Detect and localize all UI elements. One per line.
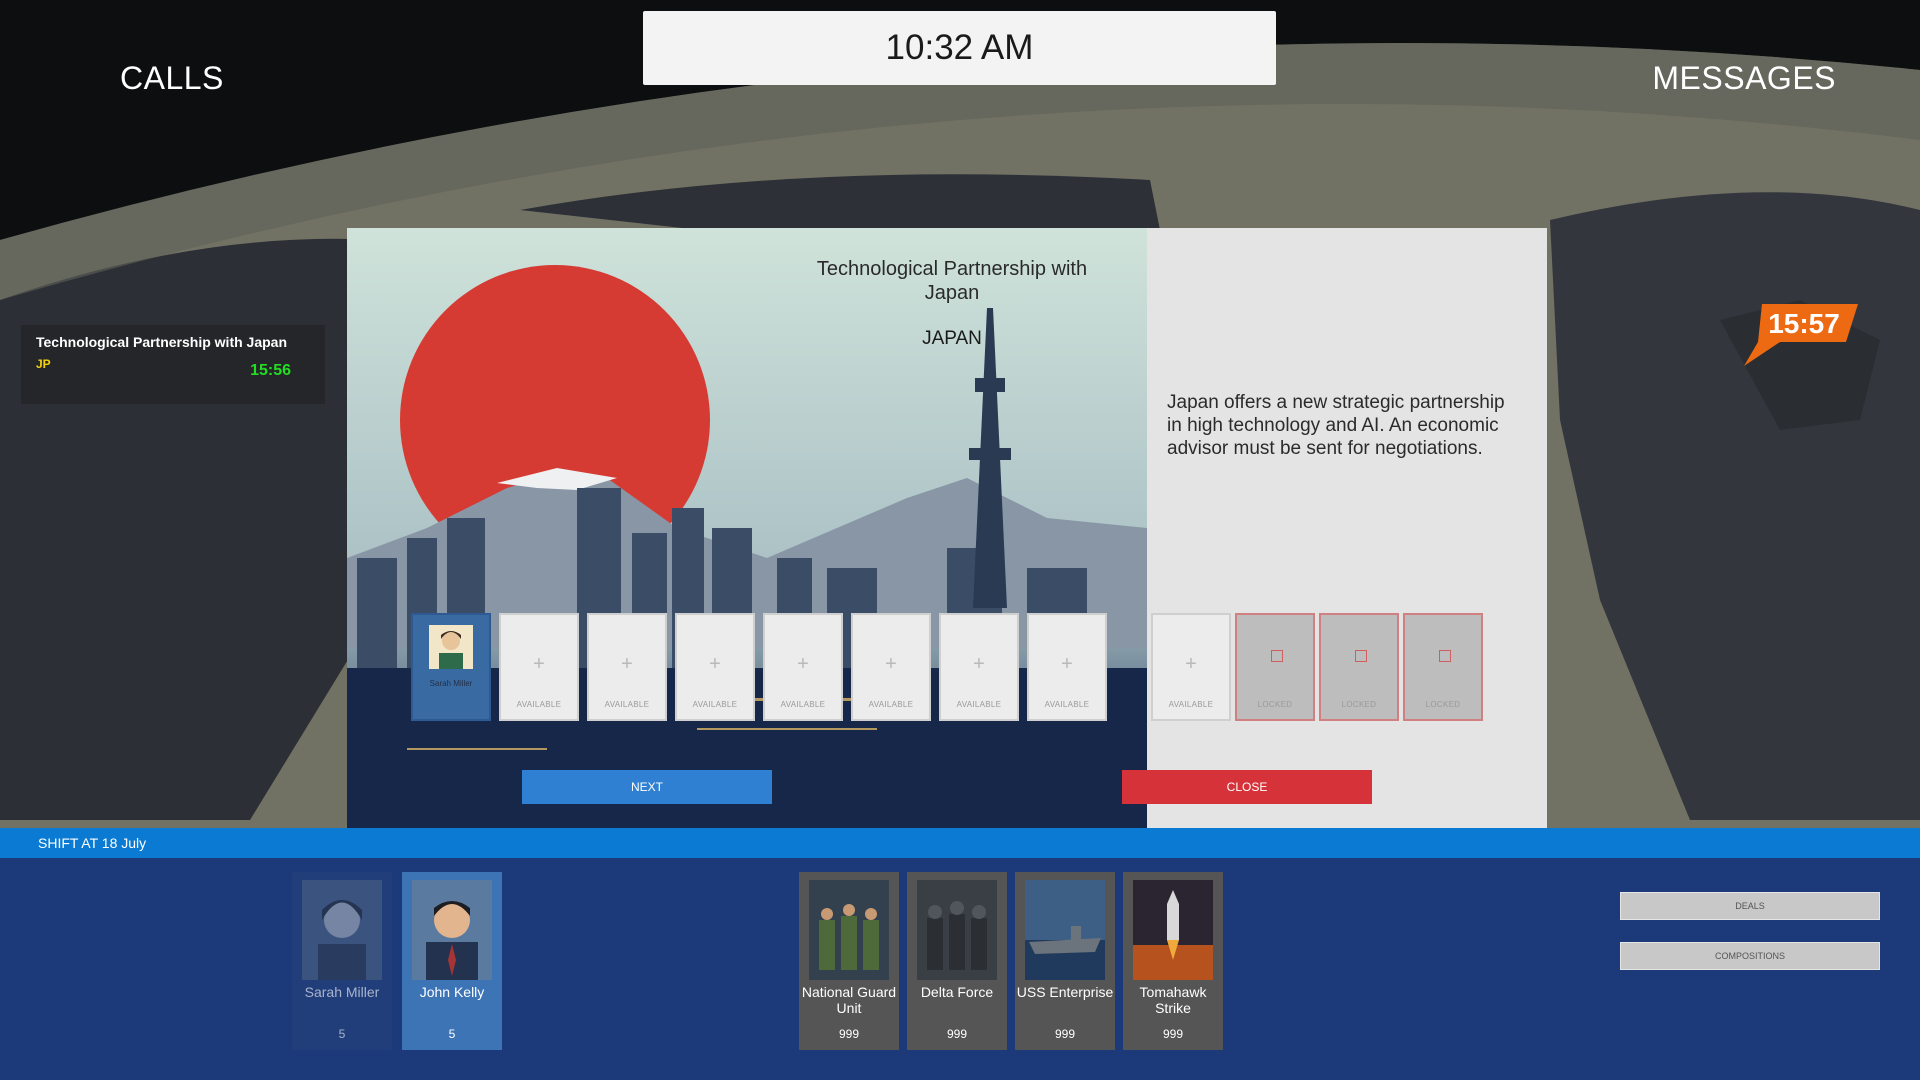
slot-state: AVAILABLE: [692, 700, 738, 709]
agent-card-sarah-miller[interactable]: Sarah Miller 5: [292, 872, 392, 1050]
unit-card-tomahawk-strike[interactable]: Tomahawk Strike 999: [1123, 872, 1223, 1050]
slot-locked: LOCKED: [1403, 613, 1483, 721]
slot-state: LOCKED: [1425, 700, 1461, 709]
agent-portrait: [412, 880, 492, 980]
deals-button[interactable]: DEALS: [1620, 892, 1880, 920]
missile-icon: [1133, 880, 1213, 980]
call-timer: 15:56: [250, 362, 291, 379]
slot-occupied[interactable]: Sarah Miller: [411, 613, 491, 721]
unit-name: Tomahawk Strike: [1139, 984, 1207, 1016]
plus-icon: +: [973, 653, 985, 675]
plus-icon: +: [885, 653, 897, 675]
slot-available[interactable]: + AVAILABLE: [1151, 613, 1231, 721]
unit-name: National Guard Unit: [801, 984, 897, 1016]
agent-value: 5: [338, 1027, 346, 1041]
slot-state: AVAILABLE: [1044, 700, 1090, 709]
game-clock: 10:32 AM: [643, 11, 1276, 85]
slot-agent-name: Sarah Miller: [429, 679, 473, 688]
slot-state: AVAILABLE: [780, 700, 826, 709]
unit-card-uss-enterprise[interactable]: USS Enterprise 999: [1015, 872, 1115, 1050]
messages-tab[interactable]: MESSAGES: [1652, 60, 1836, 97]
slot-available[interactable]: + AVAILABLE: [1027, 613, 1107, 721]
mission-description: Japan offers a new strategic partnership…: [1167, 392, 1505, 459]
special-forces-icon: [917, 880, 997, 980]
agent-portrait: [429, 625, 473, 669]
shift-bar: SHIFT AT 18 July: [0, 828, 1920, 858]
call-country-code: JP: [36, 357, 51, 371]
plus-icon: +: [1185, 653, 1197, 675]
slot-state: AVAILABLE: [956, 700, 1002, 709]
lock-icon: [1355, 650, 1367, 662]
slot-state: LOCKED: [1341, 700, 1377, 709]
plus-icon: +: [533, 653, 545, 675]
slot-available[interactable]: + AVAILABLE: [851, 613, 931, 721]
clock-text: 10:32 AM: [885, 28, 1034, 67]
slot-available[interactable]: + AVAILABLE: [675, 613, 755, 721]
agent-portrait: [302, 880, 382, 980]
carrier-icon: [1025, 880, 1105, 980]
unit-card-delta-force[interactable]: Delta Force 999: [907, 872, 1007, 1050]
unit-value: 999: [1054, 1027, 1076, 1041]
slot-available[interactable]: + AVAILABLE: [499, 613, 579, 721]
slot-available[interactable]: + AVAILABLE: [587, 613, 667, 721]
plus-icon: +: [797, 653, 809, 675]
map-event-marker[interactable]: 15:57: [1740, 300, 1860, 370]
slot-state: AVAILABLE: [1168, 700, 1214, 709]
unit-value: 999: [946, 1027, 968, 1041]
slot-available[interactable]: + AVAILABLE: [763, 613, 843, 721]
plus-icon: +: [1061, 653, 1073, 675]
plus-icon: +: [621, 653, 633, 675]
slot-available[interactable]: + AVAILABLE: [939, 613, 1019, 721]
calls-tab[interactable]: CALLS: [120, 60, 224, 97]
unit-name: Delta Force: [920, 984, 994, 1000]
call-title: Technological Partnership with Japan: [36, 334, 288, 350]
close-button[interactable]: CLOSE: [1122, 770, 1372, 804]
agent-name: John Kelly: [419, 984, 485, 1000]
japan-illustration: [347, 228, 1147, 828]
unit-value: 999: [838, 1027, 860, 1041]
mission-dialog: Technological Partnership with Japan JAP…: [347, 228, 1547, 828]
marker-timer: 15:57: [1768, 308, 1840, 339]
lock-icon: [1271, 650, 1283, 662]
mission-title: Technological Partnership with Japan: [816, 258, 1088, 304]
next-button[interactable]: NEXT: [522, 770, 772, 804]
mission-country: JAPAN: [922, 328, 982, 349]
slot-locked: LOCKED: [1319, 613, 1399, 721]
agent-value: 5: [448, 1027, 456, 1041]
compositions-button[interactable]: COMPOSITIONS: [1620, 942, 1880, 970]
soldiers-icon: [809, 880, 889, 980]
unit-value: 999: [1162, 1027, 1184, 1041]
slot-state: LOCKED: [1257, 700, 1293, 709]
bottom-panel: Sarah Miller 5 John Kelly 5 National Gua…: [0, 858, 1920, 1080]
slot-state: AVAILABLE: [516, 700, 562, 709]
slot-state: AVAILABLE: [868, 700, 914, 709]
lock-icon: [1439, 650, 1451, 662]
call-list-item[interactable]: Technological Partnership with Japan JP …: [21, 325, 325, 404]
slot-locked: LOCKED: [1235, 613, 1315, 721]
shift-label: SHIFT AT 18 July: [38, 835, 147, 851]
slot-state: AVAILABLE: [604, 700, 650, 709]
agent-card-john-kelly[interactable]: John Kelly 5: [402, 872, 502, 1050]
unit-name: USS Enterprise: [1016, 984, 1114, 1000]
agent-name: Sarah Miller: [304, 984, 380, 1000]
plus-icon: +: [709, 653, 721, 675]
unit-card-national-guard[interactable]: National Guard Unit 999: [799, 872, 899, 1050]
